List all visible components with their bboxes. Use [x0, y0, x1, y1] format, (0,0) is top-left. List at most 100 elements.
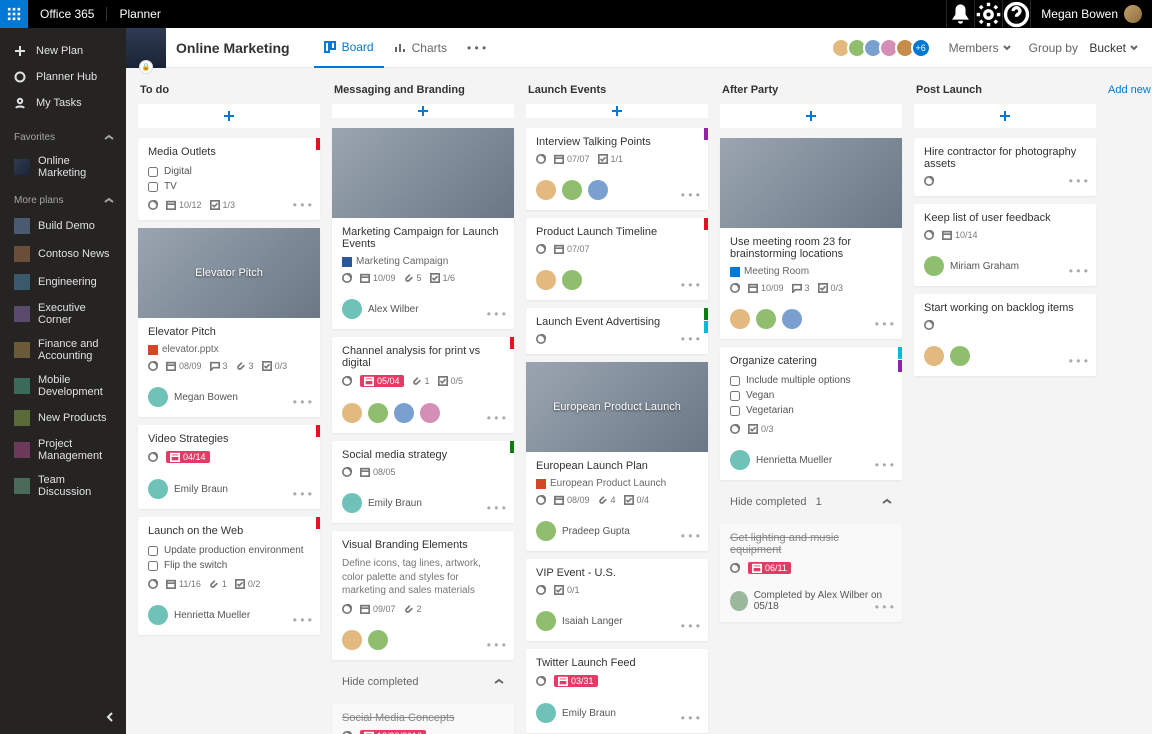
- task-card[interactable]: Get lighting and music equipment 06/11Co…: [720, 524, 902, 622]
- task-card[interactable]: VIP Event - U.S. 0/1Isaiah Langer• • •: [526, 559, 708, 641]
- checklist-item[interactable]: Vegetarian: [730, 403, 892, 418]
- card-more-button[interactable]: • • •: [681, 711, 700, 725]
- task-card[interactable]: Interview Talking Points 07/07 1/1• • •: [526, 128, 708, 210]
- checklist-item[interactable]: Include multiple options: [730, 373, 892, 388]
- add-task-button[interactable]: [138, 104, 320, 128]
- task-card[interactable]: Use meeting room 23 for brainstorming lo…: [720, 138, 902, 339]
- card-more-button[interactable]: • • •: [681, 278, 700, 292]
- card-more-button[interactable]: • • •: [293, 395, 312, 409]
- task-card[interactable]: Launch Event Advertising • • •: [526, 308, 708, 354]
- task-card[interactable]: Start working on backlog items• • •: [914, 294, 1096, 376]
- sidebar-plan-item[interactable]: Executive Corner: [0, 296, 126, 332]
- add-task-button[interactable]: [914, 104, 1096, 128]
- hide-completed-toggle[interactable]: Hide completed: [332, 668, 514, 696]
- assignee-avatar: [148, 479, 168, 499]
- nav-planner-hub[interactable]: Planner Hub: [0, 64, 126, 90]
- task-card[interactable]: Visual Branding ElementsDefine icons, ta…: [332, 531, 514, 660]
- card-more-button[interactable]: • • •: [1069, 354, 1088, 368]
- task-card[interactable]: Elevator PitchElevator Pitch elevator.pp…: [138, 228, 320, 417]
- members-dropdown[interactable]: Members: [949, 41, 1011, 55]
- task-card[interactable]: Keep list of user feedback 10/14Miriam G…: [914, 204, 1096, 286]
- task-card[interactable]: Media OutletsDigitalTV 10/12 1/3• • •: [138, 138, 320, 220]
- user-menu[interactable]: Megan Bowen: [1030, 0, 1152, 28]
- app-launcher-button[interactable]: [0, 0, 28, 28]
- task-card[interactable]: Video Strategies 04/14Emily Braun• • •: [138, 425, 320, 509]
- sidebar-plan-item[interactable]: Contoso News: [0, 240, 126, 268]
- checklist-checkbox[interactable]: [148, 561, 158, 571]
- favorite-plan-online-marketing[interactable]: Online Marketing: [0, 149, 126, 185]
- task-card[interactable]: Marketing Campaign for Launch Events Mar…: [332, 128, 514, 329]
- checklist-checkbox[interactable]: [148, 182, 158, 192]
- sidebar-plan-item[interactable]: New Products: [0, 404, 126, 432]
- more-plans-heading[interactable]: More plans: [0, 185, 126, 212]
- card-more-button[interactable]: • • •: [1069, 174, 1088, 188]
- task-card[interactable]: Product Launch Timeline 07/07• • •: [526, 218, 708, 300]
- card-more-button[interactable]: • • •: [293, 487, 312, 501]
- task-card[interactable]: Social media strategy 08/05Emily Braun• …: [332, 441, 514, 523]
- bucket-title[interactable]: Launch Events: [526, 80, 708, 104]
- task-card[interactable]: Launch on the WebUpdate production envir…: [138, 517, 320, 635]
- checklist-item[interactable]: Flip the switch: [148, 558, 310, 573]
- nav-my-tasks[interactable]: My Tasks: [0, 90, 126, 116]
- checklist-checkbox[interactable]: [730, 376, 740, 386]
- card-more-button[interactable]: • • •: [875, 600, 894, 614]
- sidebar-plan-item[interactable]: Engineering: [0, 268, 126, 296]
- card-meta: 11/16 1 0/2: [148, 579, 310, 589]
- card-more-button[interactable]: • • •: [487, 307, 506, 321]
- notifications-button[interactable]: [946, 0, 974, 28]
- sidebar-plan-item[interactable]: Team Discussion: [0, 468, 126, 504]
- tab-charts[interactable]: Charts: [384, 28, 457, 68]
- member-overflow-count[interactable]: +6: [911, 38, 931, 58]
- card-more-button[interactable]: • • •: [487, 501, 506, 515]
- card-more-button[interactable]: • • •: [487, 638, 506, 652]
- task-card[interactable]: Channel analysis for print vs digital 05…: [332, 337, 514, 433]
- card-more-button[interactable]: • • •: [875, 317, 894, 331]
- task-card[interactable]: Twitter Launch Feed 03/31Emily Braun• • …: [526, 649, 708, 733]
- card-more-button[interactable]: • • •: [681, 619, 700, 633]
- sidebar-plan-item[interactable]: Project Management: [0, 432, 126, 468]
- o365-brand[interactable]: Office 365: [28, 7, 106, 21]
- task-card[interactable]: Organize cateringInclude multiple option…: [720, 347, 902, 480]
- plan-members[interactable]: +6: [835, 38, 931, 58]
- checklist-checkbox[interactable]: [148, 546, 158, 556]
- card-more-button[interactable]: • • •: [681, 529, 700, 543]
- sidebar-plan-item[interactable]: Mobile Development: [0, 368, 126, 404]
- bucket-title[interactable]: To do: [138, 80, 320, 104]
- help-button[interactable]: [1002, 0, 1030, 28]
- task-card[interactable]: Social Media Concepts 12/20/2016Complete…: [332, 704, 514, 734]
- card-more-button[interactable]: • • •: [487, 411, 506, 425]
- tab-board[interactable]: Board: [314, 28, 384, 68]
- card-more-button[interactable]: • • •: [681, 332, 700, 346]
- card-title: Launch Event Advertising: [536, 316, 698, 328]
- group-by-dropdown[interactable]: Group by Bucket: [1029, 41, 1138, 55]
- add-bucket-button[interactable]: Add new bu: [1108, 80, 1152, 722]
- sidebar-plan-item[interactable]: Finance and Accounting: [0, 332, 126, 368]
- bucket-title[interactable]: After Party: [720, 80, 902, 104]
- task-card[interactable]: European Product LaunchEuropean Launch P…: [526, 362, 708, 551]
- bucket-title[interactable]: Messaging and Branding: [332, 80, 514, 104]
- nav-new-plan[interactable]: New Plan: [0, 38, 126, 64]
- checklist-checkbox[interactable]: [148, 167, 158, 177]
- checklist-item[interactable]: Vegan: [730, 388, 892, 403]
- add-task-button[interactable]: [332, 104, 514, 118]
- checklist-item[interactable]: TV: [148, 179, 310, 194]
- sidebar-collapse-button[interactable]: [104, 711, 116, 726]
- checklist-checkbox[interactable]: [730, 406, 740, 416]
- checklist-item[interactable]: Digital: [148, 164, 310, 179]
- bucket-title[interactable]: Post Launch: [914, 80, 1096, 104]
- card-more-button[interactable]: • • •: [293, 613, 312, 627]
- card-more-button[interactable]: • • •: [293, 198, 312, 212]
- add-task-button[interactable]: [526, 104, 708, 118]
- add-task-button[interactable]: [720, 104, 902, 128]
- favorites-heading[interactable]: Favorites: [0, 122, 126, 149]
- hide-completed-toggle[interactable]: Hide completed 1: [720, 488, 902, 516]
- settings-button[interactable]: [974, 0, 1002, 28]
- card-more-button[interactable]: • • •: [875, 458, 894, 472]
- card-more-button[interactable]: • • •: [681, 188, 700, 202]
- task-card[interactable]: Hire contractor for photography assets• …: [914, 138, 1096, 196]
- sidebar-plan-item[interactable]: Build Demo: [0, 212, 126, 240]
- more-button[interactable]: • • •: [457, 28, 496, 68]
- card-more-button[interactable]: • • •: [1069, 264, 1088, 278]
- checklist-item[interactable]: Update production environment: [148, 543, 310, 558]
- checklist-checkbox[interactable]: [730, 391, 740, 401]
